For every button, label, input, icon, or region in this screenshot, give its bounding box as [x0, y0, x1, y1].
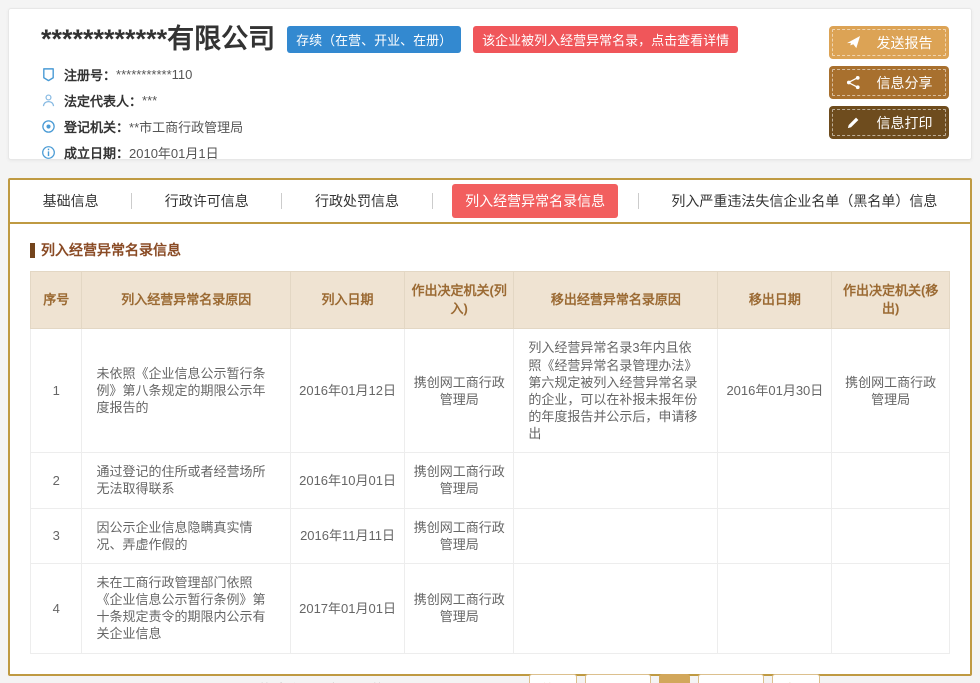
field-label: 成立日期：: [64, 143, 129, 162]
cell-out_org: [832, 563, 950, 653]
record-count-summary: 共 查询到 4 条记录 共 1 页: [258, 679, 411, 683]
print-info-button[interactable]: 信息打印: [829, 106, 949, 139]
share-info-button[interactable]: 信息分享: [829, 66, 949, 99]
cell-in_date: 2016年11月11日: [291, 508, 405, 563]
cell-in_reason: 因公示企业信息隐瞒真实情况、弄虚作假的: [82, 508, 291, 563]
column-header: 作出决定机关(列入): [405, 272, 514, 329]
cell-out_date: [718, 508, 832, 563]
field-value: 2010年01月1日: [129, 143, 219, 162]
registration-icon: [41, 67, 56, 82]
tab-divider: [638, 193, 639, 209]
field-label: 登记机关：: [64, 117, 129, 136]
cell-in_org: 携创网工商行政管理局: [405, 563, 514, 653]
table-row: 4未在工商行政管理部门依照《企业信息公示暂行条例》第十条规定责令的期限内公示有关…: [31, 563, 950, 653]
table-row: 2通过登记的住所或者经营场所无法取得联系2016年10月01日携创网工商行政管理…: [31, 453, 950, 508]
tab-divider: [281, 193, 282, 209]
cell-in_date: 2017年01月01日: [291, 563, 405, 653]
cell-in_reason: 通过登记的住所或者经营场所无法取得联系: [82, 453, 291, 508]
registry-location-icon: [41, 119, 56, 134]
action-button-label: 信息分享: [877, 73, 933, 93]
column-header: 作出决定机关(移出): [832, 272, 950, 329]
pagination: 共 查询到 4 条记录 共 1 页 首页 ◂上一页 1 下一页▸ 末页: [30, 674, 950, 683]
share-icon: [846, 75, 861, 90]
abnormal-warning-badge[interactable]: 该企业被列入经营异常名录，点击查看详情: [473, 26, 738, 53]
action-button-label: 发送报告: [877, 33, 933, 53]
tab-2[interactable]: 行政处罚信息: [302, 184, 412, 218]
send-report-icon: [846, 35, 861, 50]
company-header-card: ************有限公司 存续（在营、开业、在册） 该企业被列入经营异常…: [8, 8, 972, 160]
tab-0[interactable]: 基础信息: [30, 184, 112, 218]
field-value: ***: [142, 93, 157, 108]
cell-in_reason: 未依照《企业信息公示暂行条例》第八条规定的期限公示年度报告的: [82, 329, 291, 453]
cell-seq: 3: [31, 508, 82, 563]
cell-out_date: 2016年01月30日: [718, 329, 832, 453]
field-value: ***********110: [116, 67, 192, 82]
cell-in_date: 2016年10月01日: [291, 453, 405, 508]
field-label: 法定代表人：: [64, 91, 142, 110]
cell-out_reason: [514, 508, 718, 563]
cell-out_org: [832, 453, 950, 508]
company-field: 法定代表人：***: [41, 88, 951, 114]
action-button-label: 信息打印: [877, 113, 933, 133]
action-buttons: 发送报告信息分享信息打印: [829, 26, 949, 139]
tab-divider: [432, 193, 433, 209]
next-page-button[interactable]: 下一页▸: [698, 674, 764, 683]
column-header: 列入日期: [291, 272, 405, 329]
legal-person-icon: [41, 93, 56, 108]
pager-buttons: 首页 ◂上一页 1 下一页▸ 末页: [529, 674, 820, 683]
prev-page-button[interactable]: ◂上一页: [585, 674, 651, 683]
company-field: 注册号：***********110: [41, 62, 951, 88]
company-field: 登记机关：**市工商行政管理局: [41, 114, 951, 140]
company-fields: 注册号：***********110法定代表人：***登记机关：**市工商行政管…: [41, 62, 951, 166]
field-label: 注册号：: [64, 65, 116, 84]
status-badge: 存续（在营、开业、在册）: [287, 26, 461, 53]
tab-3-active[interactable]: 列入经营异常名录信息: [452, 184, 618, 218]
section-title: 列入经营异常名录信息: [30, 240, 950, 260]
section-marker-icon: [30, 243, 35, 258]
company-field: 成立日期：2010年01月1日: [41, 140, 951, 166]
cell-out_date: [718, 563, 832, 653]
table-row: 3因公示企业信息隐瞒真实情况、弄虚作假的2016年11月11日携创网工商行政管理…: [31, 508, 950, 563]
cell-in_date: 2016年01月12日: [291, 329, 405, 453]
abnormal-records-table: 序号列入经营异常名录原因列入日期作出决定机关(列入)移出经营异常名录原因移出日期…: [30, 271, 950, 654]
cell-out_org: [832, 508, 950, 563]
tab-4[interactable]: 列入严重违法失信企业名单（黑名单）信息: [658, 184, 950, 218]
tab-divider: [131, 193, 132, 209]
table-body: 1未依照《企业信息公示暂行条例》第八条规定的期限公示年度报告的2016年01月1…: [31, 329, 950, 653]
cell-out_date: [718, 453, 832, 508]
cell-seq: 1: [31, 329, 82, 453]
column-header: 列入经营异常名录原因: [82, 272, 291, 329]
column-header: 序号: [31, 272, 82, 329]
cell-out_reason: [514, 563, 718, 653]
tab-1[interactable]: 行政许可信息: [152, 184, 262, 218]
founded-info-icon: [41, 145, 56, 160]
cell-in_org: 携创网工商行政管理局: [405, 329, 514, 453]
cell-in_org: 携创网工商行政管理局: [405, 453, 514, 508]
company-name: ************有限公司: [41, 25, 275, 55]
cell-out_org: 携创网工商行政管理局: [832, 329, 950, 453]
cell-in_reason: 未在工商行政管理部门依照《企业信息公示暂行条例》第十条规定责令的期限内公示有关企…: [82, 563, 291, 653]
tab-bar: 基础信息 行政许可信息 行政处罚信息 列入经营异常名录信息 列入严重违法失信企业名单（黑…: [10, 180, 970, 224]
send-report-button[interactable]: 发送报告: [829, 26, 949, 59]
first-page-button[interactable]: 首页: [529, 674, 577, 683]
current-page-button[interactable]: 1: [659, 674, 690, 683]
cell-seq: 4: [31, 563, 82, 653]
field-value: **市工商行政管理局: [129, 117, 243, 136]
table-header-row: 序号列入经营异常名录原因列入日期作出决定机关(列入)移出经营异常名录原因移出日期…: [31, 272, 950, 329]
cell-seq: 2: [31, 453, 82, 508]
column-header: 移出日期: [718, 272, 832, 329]
section-title-text: 列入经营异常名录信息: [41, 240, 181, 260]
cell-out_reason: [514, 453, 718, 508]
print-icon: [846, 115, 861, 130]
column-header: 移出经营异常名录原因: [514, 272, 718, 329]
table-row: 1未依照《企业信息公示暂行条例》第八条规定的期限公示年度报告的2016年01月1…: [31, 329, 950, 453]
last-page-button[interactable]: 末页: [772, 674, 820, 683]
cell-in_org: 携创网工商行政管理局: [405, 508, 514, 563]
cell-out_reason: 列入经营异常名录3年内且依照《经营异常名录管理办法》第六规定被列入经营异常名录的…: [514, 329, 718, 453]
detail-panel: 基础信息行政许可信息行政处罚信息列入经营异常名录信息列入严重违法失信企业名单（黑…: [8, 178, 972, 676]
